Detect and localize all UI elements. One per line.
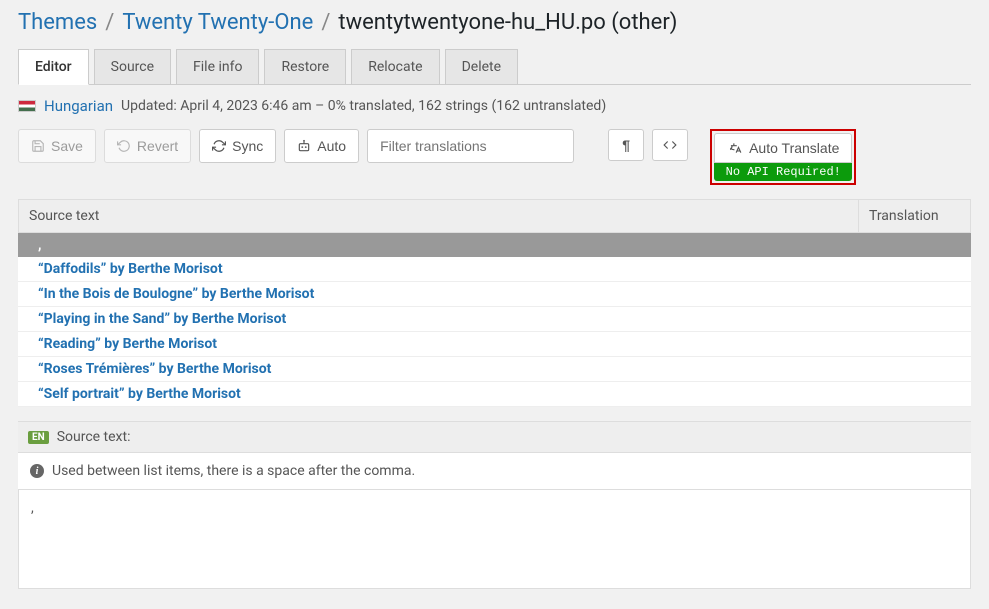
table-row[interactable]: “Reading” by Berthe Morisot [18,332,971,357]
source-panel-header: EN Source text: [18,421,971,453]
source-value[interactable]: , [18,489,971,589]
col-source-text[interactable]: Source text [19,200,858,232]
breadcrumb-theme[interactable]: Twenty Twenty-One [122,10,313,35]
revert-button[interactable]: Revert [104,129,191,163]
table-row[interactable]: “Daffodils” by Berthe Morisot [18,257,971,282]
table-row[interactable]: “Playing in the Sand” by Berthe Morisot [18,307,971,332]
breadcrumb-themes[interactable]: Themes [18,10,97,35]
language-link[interactable]: Hungarian [44,97,113,115]
status-info: Updated: April 4, 2023 6:46 am – 0% tran… [121,98,606,114]
status-line: Hungarian Updated: April 4, 2023 6:46 am… [18,97,971,115]
table-row[interactable]: “In the Bois de Boulogne” by Berthe Mori… [18,282,971,307]
code-view-button[interactable] [652,129,688,161]
save-label: Save [51,138,83,154]
tab-fileinfo[interactable]: File info [176,49,259,84]
en-badge: EN [28,431,49,444]
tab-editor[interactable]: Editor [18,49,89,85]
source-text-label: Source text: [57,429,131,445]
sync-icon [212,139,226,153]
hint-text: Used between list items, there is a spac… [52,463,415,479]
auto-translate-button[interactable]: Auto Translate [714,133,852,163]
translate-icon [727,141,743,155]
table-header: Source text Translation [18,199,971,233]
sync-label: Sync [232,138,263,154]
auto-button[interactable]: Auto [284,129,359,163]
col-translation[interactable]: Translation [858,200,970,232]
save-button[interactable]: Save [18,129,96,163]
tab-relocate[interactable]: Relocate [351,49,439,84]
filter-input[interactable] [367,129,574,163]
code-icon [663,138,677,152]
breadcrumb-sep: / [321,10,330,35]
save-icon [31,139,45,153]
tabs: EditorSourceFile infoRestoreRelocateDele… [18,49,971,85]
toolbar: Save Revert Sync Auto ¶ [18,129,971,185]
pilcrow-button[interactable]: ¶ [608,129,644,161]
pilcrow-icon: ¶ [619,138,633,152]
table-row-selected[interactable]: , [18,233,971,257]
table-row[interactable]: “Roses Trémières” by Berthe Morisot [18,357,971,382]
no-api-badge: No API Required! [714,163,852,181]
breadcrumb-current: twentytwentyone-hu_HU.po (other) [338,10,677,35]
breadcrumb-sep: / [105,10,114,35]
tab-restore[interactable]: Restore [264,49,346,84]
source-hint: i Used between list items, there is a sp… [18,453,971,489]
robot-icon [297,139,311,153]
tab-source[interactable]: Source [94,49,171,84]
revert-label: Revert [137,138,178,154]
flag-hungary-icon [18,100,36,112]
info-icon: i [30,464,44,478]
auto-label: Auto [317,138,346,154]
revert-icon [117,139,131,153]
table-row[interactable]: “Self portrait” by Berthe Morisot [18,382,971,407]
auto-translate-label: Auto Translate [749,140,839,156]
sync-button[interactable]: Sync [199,129,276,163]
breadcrumb: Themes / Twenty Twenty-One / twentytwent… [18,10,971,35]
auto-translate-highlight: Auto Translate No API Required! [710,129,856,185]
tab-delete[interactable]: Delete [445,49,518,84]
